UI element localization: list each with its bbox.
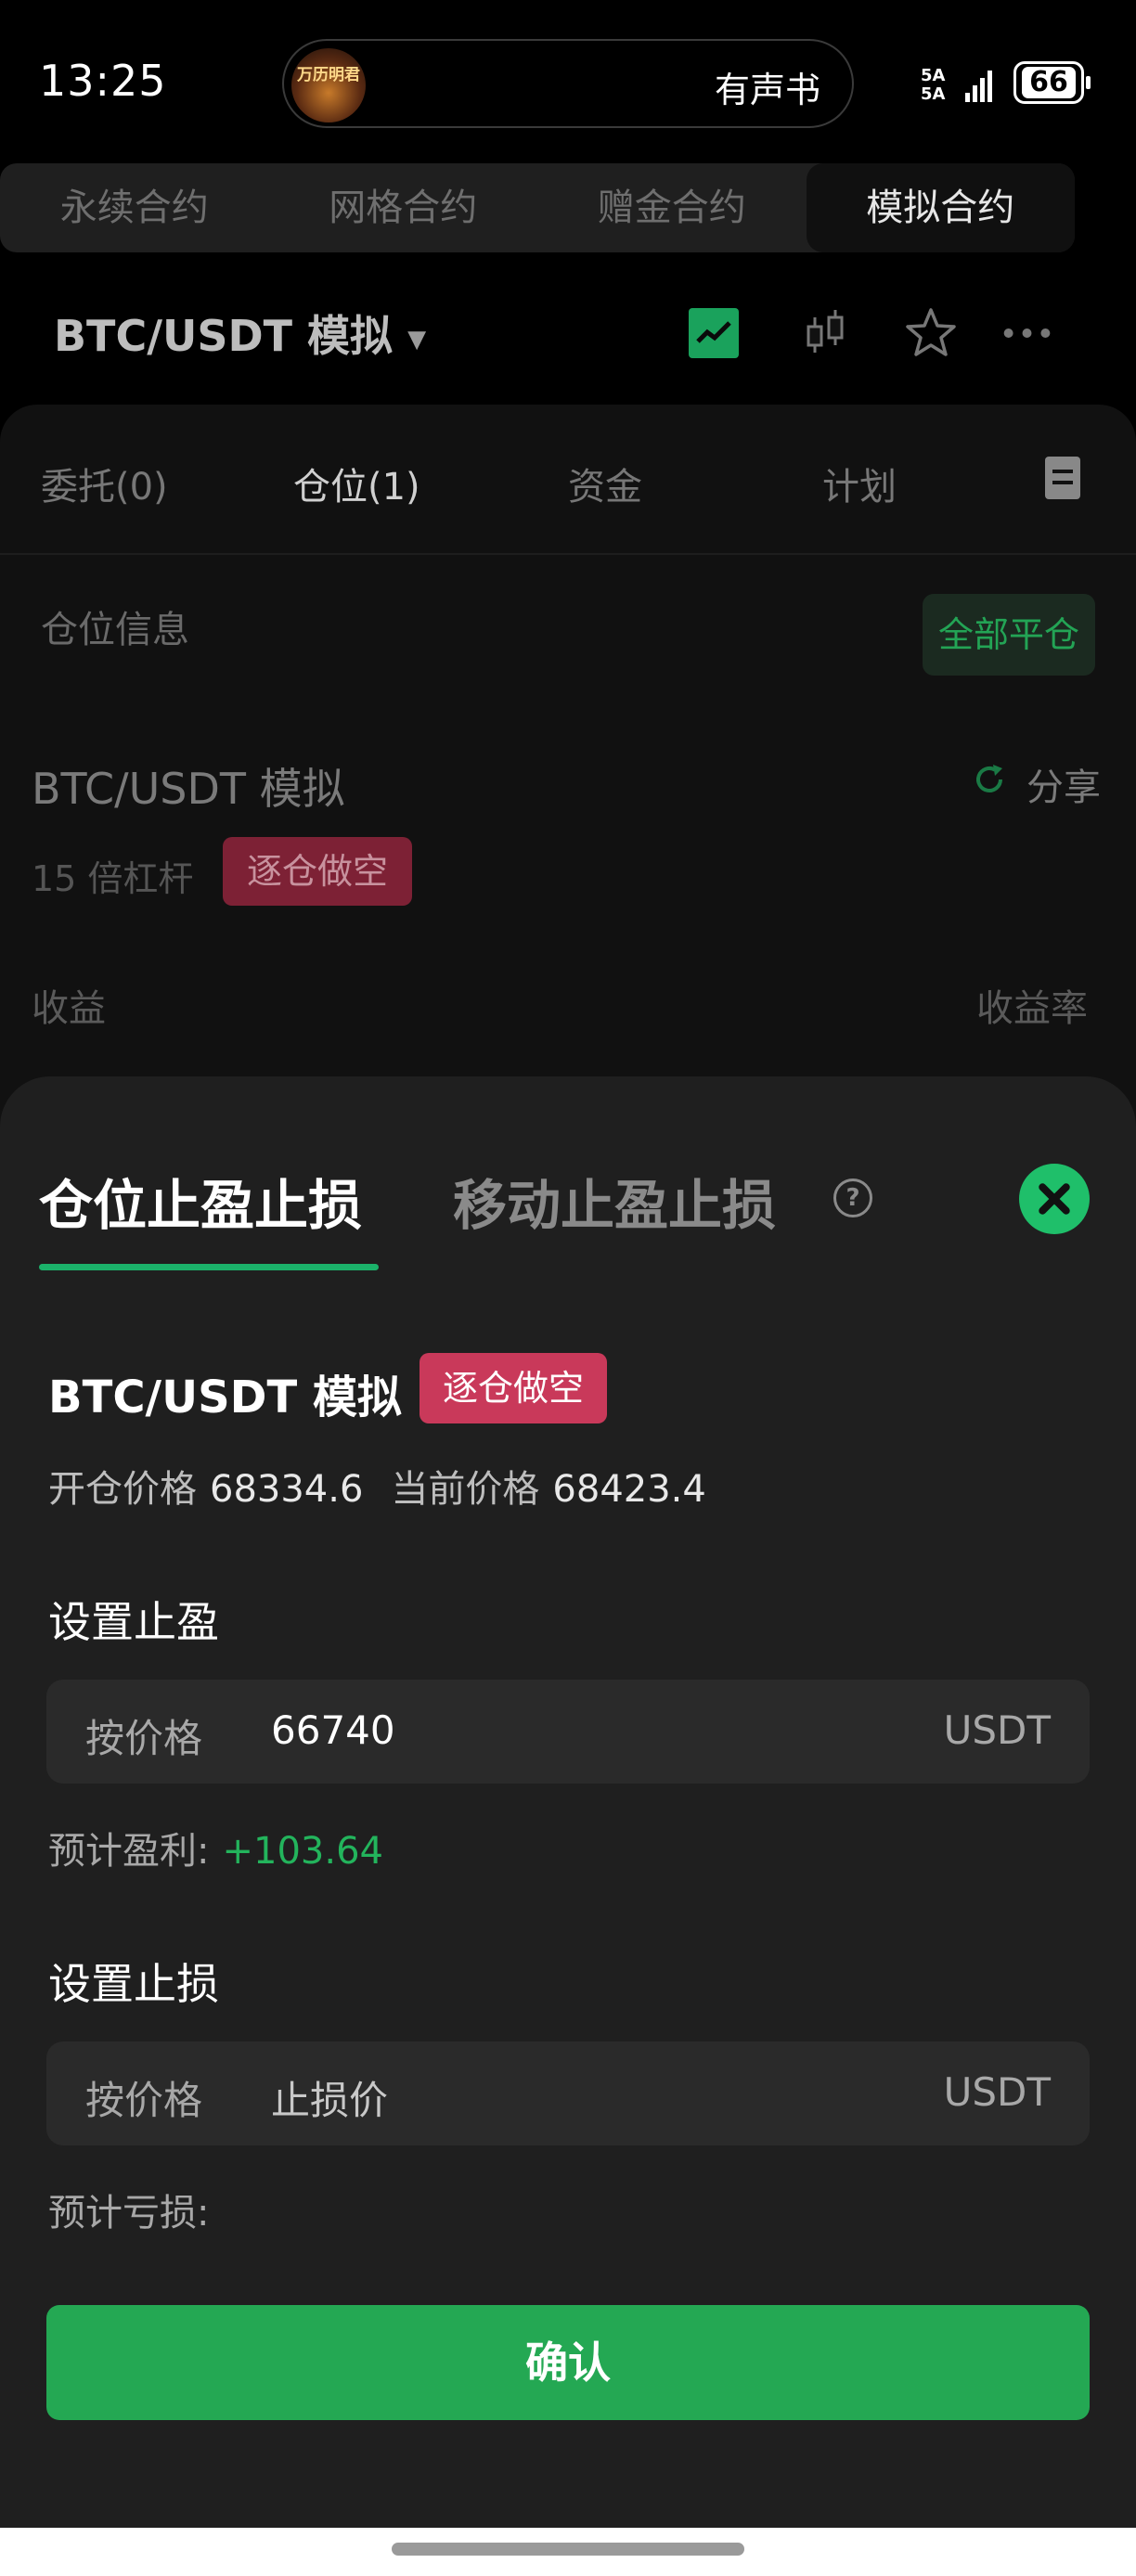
estimated-profit-label: 预计盈利: xyxy=(48,1830,210,1873)
tab-orders[interactable]: 委托(0) xyxy=(41,457,168,510)
home-indicator[interactable] xyxy=(392,2543,744,2556)
signal-icon xyxy=(965,65,997,102)
candlestick-icon[interactable] xyxy=(798,306,852,360)
position-info-title: 仓位信息 xyxy=(41,609,189,651)
estimated-loss-label: 预计亏损: xyxy=(48,2192,210,2235)
sheet-pair: BTC/USDT 模拟 xyxy=(48,1372,402,1423)
battery-icon: 66 xyxy=(1013,61,1091,104)
open-price-label: 开仓价格 xyxy=(48,1468,197,1511)
close-icon[interactable] xyxy=(1019,1164,1090,1234)
side-badge: 逐仓做空 xyxy=(223,837,412,906)
estimated-profit: 预计盈利: +103.64 xyxy=(48,1821,383,1874)
document-icon[interactable] xyxy=(1043,455,1082,501)
tab-position-tpsl[interactable]: 仓位止盈止损 xyxy=(39,1162,362,1240)
pnl-label: 收益 xyxy=(32,987,106,1030)
tab-trailing-tpsl[interactable]: 移动止盈止损 xyxy=(453,1162,776,1240)
tab-bonus[interactable]: 赠金合约 xyxy=(537,163,807,252)
take-profit-field[interactable]: 按价格 66740 USDT xyxy=(46,1680,1090,1784)
media-title: 有声书 xyxy=(714,70,820,110)
tab-funds[interactable]: 资金 xyxy=(568,457,642,510)
network-label: 5A 5A xyxy=(921,66,946,104)
take-profit-mode[interactable]: 按价格 xyxy=(85,1707,202,1764)
stop-loss-unit: USDT xyxy=(943,2069,1051,2115)
confirm-button[interactable]: 确认 xyxy=(46,2305,1090,2420)
pair-name: BTC/USDT 模拟 xyxy=(54,311,394,361)
share-label[interactable]: 分享 xyxy=(1026,757,1101,811)
open-price-value: 68334.6 xyxy=(210,1468,364,1511)
current-price-value: 68423.4 xyxy=(552,1468,706,1511)
current-price-label: 当前价格 xyxy=(391,1468,540,1511)
tab-grid[interactable]: 网格合约 xyxy=(269,163,538,252)
chart-checked-icon[interactable] xyxy=(687,306,741,360)
pair-selector[interactable]: BTC/USDT 模拟 ▼ xyxy=(54,303,426,364)
position-pair: BTC/USDT 模拟 xyxy=(32,764,345,814)
tab-plans[interactable]: 计划 xyxy=(822,457,897,510)
refresh-share-icon xyxy=(976,765,1002,792)
status-bar: 13:25 万历明君 有声书 5A 5A 66 xyxy=(0,0,1136,158)
sheet-side-badge: 逐仓做空 xyxy=(420,1353,607,1423)
tab-simulated[interactable]: 模拟合约 xyxy=(806,163,1075,252)
pnl-rate-label: 收益率 xyxy=(976,987,1088,1030)
leverage-label: 15 倍杠杆 xyxy=(32,858,194,899)
status-time: 13:25 xyxy=(39,56,167,106)
media-avatar: 万历明君 xyxy=(291,48,366,122)
more-icon[interactable] xyxy=(1002,306,1056,360)
contract-tabs: 永续合约 网格合约 赠金合约 模拟合约 xyxy=(0,163,1075,252)
stop-loss-title: 设置止损 xyxy=(48,1959,219,2009)
share-button[interactable] xyxy=(971,761,1008,798)
help-icon[interactable]: ? xyxy=(833,1179,872,1217)
take-profit-title: 设置止盈 xyxy=(48,1597,219,1647)
take-profit-input[interactable]: 66740 xyxy=(271,1707,395,1753)
active-tab-indicator xyxy=(39,1264,379,1270)
tab-perpetual[interactable]: 永续合约 xyxy=(0,163,269,252)
take-profit-unit: USDT xyxy=(943,1707,1051,1753)
tab-positions[interactable]: 仓位(1) xyxy=(293,457,420,510)
position-tabs: 委托(0) 仓位(1) 资金 计划 xyxy=(0,418,1136,538)
star-icon[interactable] xyxy=(904,306,958,360)
stop-loss-input[interactable]: 止损价 xyxy=(271,2069,388,2126)
divider xyxy=(0,553,1136,555)
estimated-profit-value: +103.64 xyxy=(222,1830,383,1873)
caret-down-icon: ▼ xyxy=(407,325,427,354)
media-island[interactable]: 万历明君 有声书 xyxy=(282,39,854,128)
estimated-loss: 预计亏损: xyxy=(48,2183,209,2236)
stop-loss-mode[interactable]: 按价格 xyxy=(85,2069,202,2126)
price-info: 开仓价格 68334.6 当前价格 68423.4 xyxy=(48,1459,734,1513)
stop-loss-field[interactable]: 按价格 止损价 USDT xyxy=(46,2041,1090,2145)
close-all-button[interactable]: 全部平仓 xyxy=(923,594,1095,676)
